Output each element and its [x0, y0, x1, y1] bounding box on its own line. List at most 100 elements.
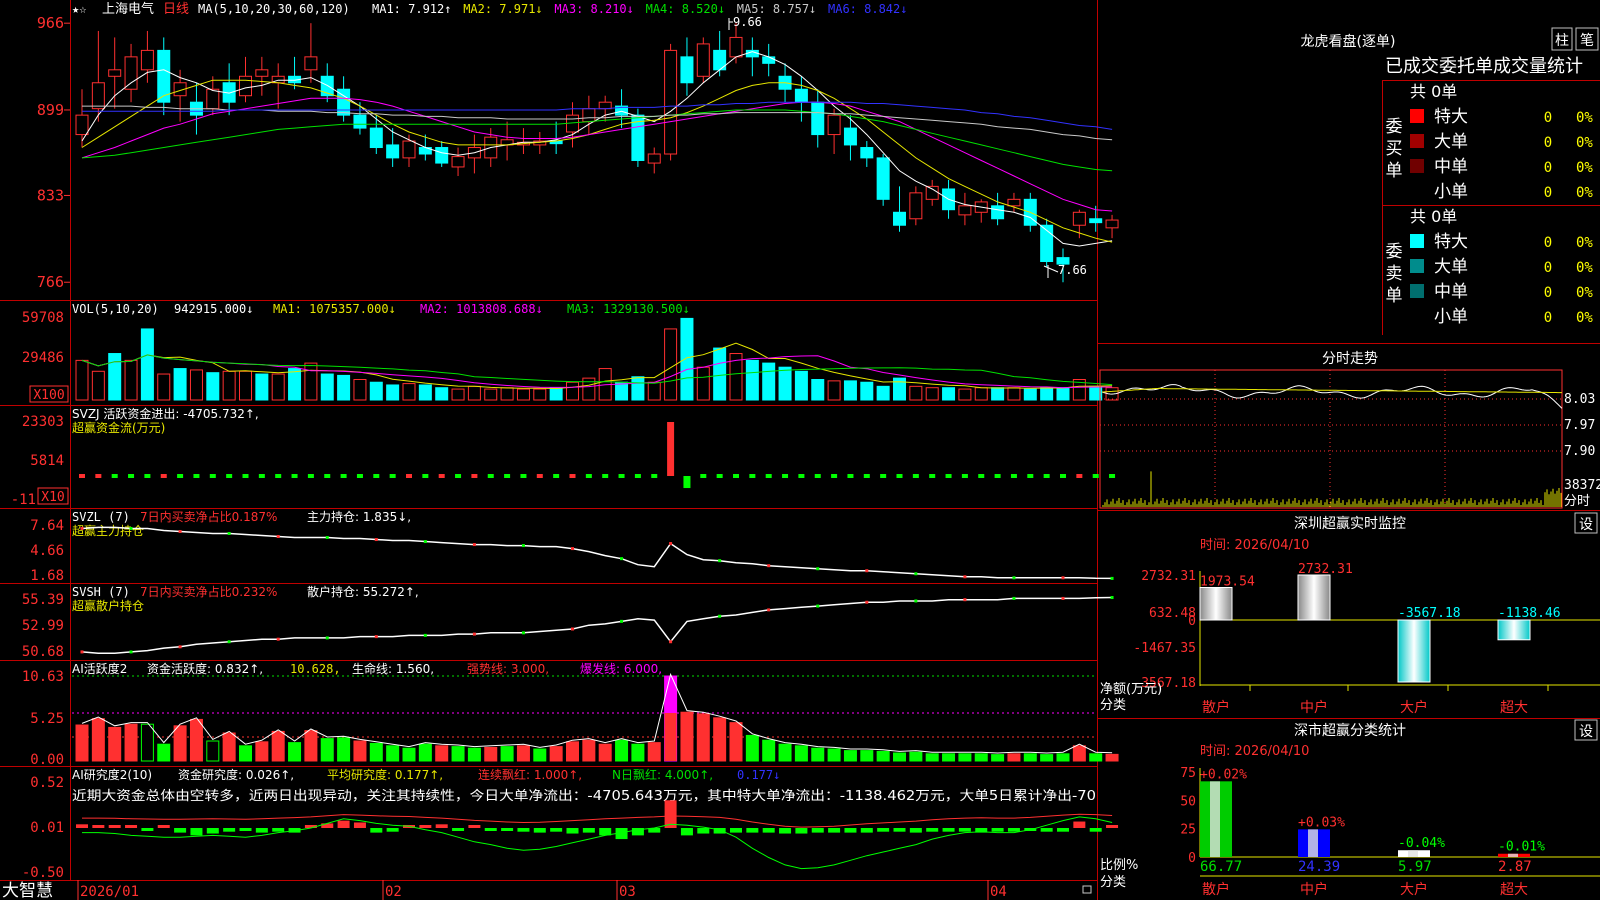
svzl-point — [669, 542, 673, 546]
stock-name: 上海电气 — [102, 1, 154, 17]
fund-flow-mark — [291, 474, 298, 478]
fund-flow-mark — [716, 474, 723, 478]
ai2-c: 连续飘红: 1.000↑, — [478, 767, 582, 782]
ai1-bar — [402, 747, 416, 762]
ai1-bar — [958, 753, 972, 762]
sz-data-label: -1138.46 — [1498, 606, 1561, 621]
low-marker-icon — [1043, 265, 1059, 278]
fund-flow-mark — [700, 474, 707, 478]
volume-bar — [353, 379, 367, 401]
ai1-bar — [582, 739, 596, 762]
svsh-point — [816, 604, 820, 608]
sz-category-label: 中户 — [1300, 699, 1328, 716]
ai1-bar — [173, 725, 187, 762]
ai2-bar — [942, 828, 955, 832]
ss-category-label: 散户 — [1202, 881, 1230, 898]
svsh-point — [325, 636, 329, 640]
ai2-bar — [828, 828, 841, 833]
fund-flow-mark — [340, 474, 347, 478]
ai1-bar — [680, 711, 694, 762]
intraday-vol-tick: 38372 — [1564, 478, 1600, 493]
svsh-point — [718, 614, 722, 618]
sz-bar — [1199, 586, 1233, 621]
ss-ylabel: 比例% — [1100, 858, 1138, 873]
ai2-bar — [1089, 828, 1102, 832]
ai1-bar — [533, 748, 547, 762]
svzl-line — [80, 526, 1114, 580]
candle-body — [353, 114, 367, 129]
ai1-bar — [255, 741, 269, 762]
ai2-bar — [844, 828, 857, 833]
ai1-bar — [991, 754, 1005, 762]
candle-body — [386, 144, 400, 159]
brand-label[interactable]: 大智慧 — [2, 881, 53, 900]
ai2-bar — [174, 828, 187, 833]
fund-flow-mark — [553, 474, 560, 478]
fund-flow-mark — [95, 474, 102, 478]
sz-ylabel: 净额(万元) — [1100, 682, 1162, 697]
svsh-line — [81, 596, 1113, 654]
ai1-bar — [1040, 754, 1054, 762]
ai2-bar — [1040, 828, 1053, 832]
volume-bar — [140, 328, 154, 401]
ai2-bar — [370, 828, 383, 833]
volume-bar — [925, 387, 939, 401]
svsh-label: SVSH (7) — [72, 585, 130, 599]
ai1-bar — [778, 743, 792, 762]
fund-flow-mark — [1109, 474, 1116, 478]
sz-title: 深圳超赢实时监控 — [1294, 515, 1406, 532]
fund-flow-mark — [242, 474, 249, 478]
ss-settings-label: 设 — [1579, 724, 1593, 740]
volume-bar — [909, 385, 923, 401]
volume-bar — [827, 380, 841, 401]
buy-row-name: 中单 — [1434, 157, 1468, 177]
ai2-bar — [566, 828, 579, 834]
fund-flow-mark — [209, 474, 216, 478]
candle-body — [124, 56, 138, 90]
date-label: 03 — [619, 884, 636, 900]
ma-param-label: MA(5,10,20,30,60,120) — [198, 2, 350, 16]
svzl-point — [718, 559, 722, 563]
ma-line-ma3 — [81, 97, 1113, 212]
main-header: ★☆ 上海电气 日线 MA(5,10,20,30,60,120) MA1: 7.… — [72, 1, 907, 17]
svsh-point — [227, 640, 231, 644]
vol-label: VOL(5,10,20) — [72, 302, 159, 316]
ma-legend-item: MA5: 8.757↓ — [737, 2, 816, 16]
period-label[interactable]: 日线 — [163, 2, 189, 17]
buy-row-name: 特大 — [1434, 107, 1468, 127]
star-icon[interactable]: ★☆ — [72, 2, 86, 16]
candle-body — [451, 156, 465, 168]
ai1-bar — [271, 730, 285, 762]
ai1-bar — [696, 713, 710, 762]
fund-flow-mark — [438, 474, 445, 478]
sz-category-label: 超大 — [1500, 700, 1528, 716]
fund-flow-mark — [455, 474, 462, 478]
svzl-point — [325, 536, 329, 540]
fund-flow-mark — [880, 474, 887, 478]
svzl-hold: 主力持仓: 1.835↓, — [307, 509, 411, 524]
ai1-c: 生命线: 1.560, — [352, 661, 434, 676]
svsh-point — [914, 599, 918, 603]
ai2-bar — [1073, 821, 1086, 828]
buy-row-pct: 0% — [1576, 185, 1593, 201]
svzj-label: SVZJ 活跃资金进出: -4705.732↑, — [72, 406, 259, 421]
fund-flow-mark — [536, 474, 543, 478]
buy-row-pct: 0% — [1576, 160, 1593, 176]
lock-icon[interactable] — [1082, 885, 1092, 894]
ai1-bar — [843, 750, 857, 762]
sz-bar — [1397, 619, 1431, 683]
ai2-bar — [206, 828, 219, 834]
sell-row-pct: 0% — [1576, 310, 1593, 326]
sell-side-label: 单 — [1386, 286, 1403, 306]
candle-body — [582, 108, 596, 123]
vol-value: 942915.000↓ — [174, 302, 253, 316]
ai1-bar — [222, 732, 236, 762]
ai2-label: AI研究度2(10) — [72, 767, 152, 782]
volume-bar — [762, 362, 776, 401]
intraday-chart — [1099, 369, 1563, 509]
vol-y-tick: 59708 — [22, 310, 64, 326]
fund-flow-mark — [275, 474, 282, 478]
ai1-bar — [827, 748, 841, 762]
ai1-y-tick: 10.63 — [22, 669, 64, 685]
svzl-y-tick: 4.66 — [30, 543, 64, 559]
